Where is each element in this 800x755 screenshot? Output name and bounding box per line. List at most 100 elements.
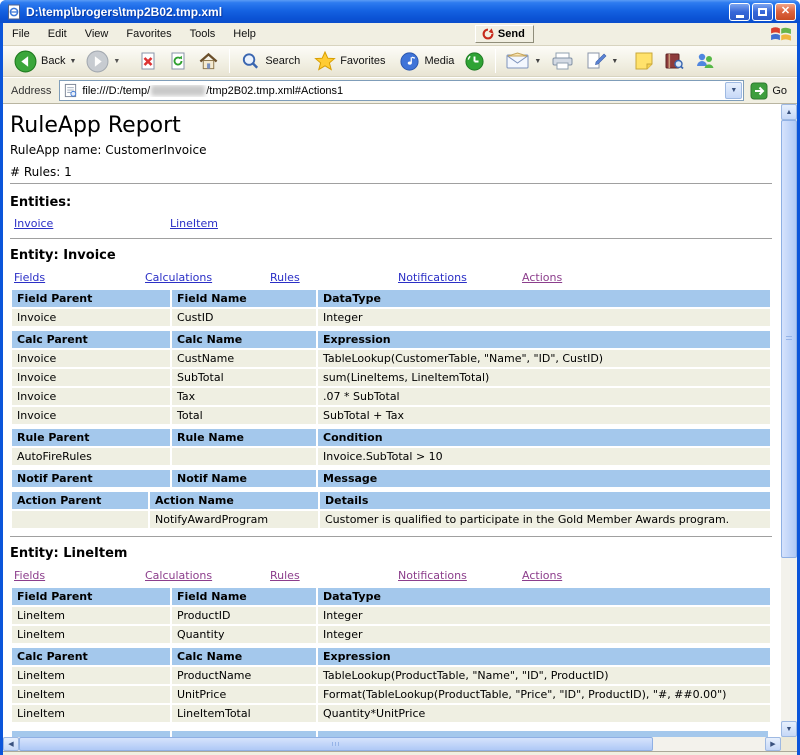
- forward-button[interactable]: ▼: [81, 48, 125, 75]
- section-link-rules[interactable]: Rules: [266, 569, 394, 582]
- back-icon: [14, 50, 37, 73]
- table-cell: AutoFireRules: [12, 448, 170, 465]
- menu-item-view[interactable]: View: [76, 25, 118, 43]
- maximize-button[interactable]: [752, 3, 773, 21]
- column-header: Notif Parent: [12, 470, 170, 487]
- minimize-button[interactable]: [729, 3, 750, 21]
- vertical-scrollbar[interactable]: ▲ ▼: [781, 104, 797, 737]
- address-dropdown-button[interactable]: ▼: [725, 82, 742, 99]
- section-link-calculations[interactable]: Calculations: [141, 569, 266, 582]
- column-header: Rule Name: [172, 429, 316, 446]
- table-cell: Integer: [318, 607, 770, 624]
- horizontal-scroll-track[interactable]: [19, 737, 765, 751]
- send-button[interactable]: Send: [475, 25, 534, 43]
- table-cell: Invoice: [12, 350, 170, 367]
- column-header: Field Parent: [12, 588, 170, 605]
- horizontal-scrollbar[interactable]: ◀ ▶: [3, 737, 781, 751]
- section-link-notifications[interactable]: Notifications: [394, 569, 518, 582]
- scroll-right-button[interactable]: ▶: [765, 737, 781, 751]
- section-link-fields[interactable]: Fields: [10, 271, 141, 284]
- column-header: Calc Parent: [12, 648, 170, 665]
- table-cell: Invoice: [12, 309, 170, 326]
- vertical-scroll-track[interactable]: [781, 120, 797, 721]
- column-header: Calc Name: [172, 331, 316, 348]
- menu-item-file[interactable]: File: [3, 25, 39, 43]
- table-cell: LineItem: [12, 607, 170, 624]
- history-button[interactable]: [459, 49, 490, 74]
- menu-item-favorites[interactable]: Favorites: [117, 25, 180, 43]
- section-link-rules[interactable]: Rules: [266, 271, 394, 284]
- redacted-path-segment: [151, 85, 205, 96]
- history-icon: [464, 51, 485, 72]
- column-header: Message: [318, 470, 770, 487]
- address-input[interactable]: file:///D:/temp//tmp2B02.tmp.xml#Actions…: [59, 80, 744, 101]
- table-row: LineItemProductIDInteger: [12, 607, 770, 624]
- table-row: InvoiceCustIDInteger: [12, 309, 770, 326]
- favorites-button[interactable]: Favorites: [309, 48, 390, 74]
- note-button[interactable]: [629, 49, 659, 73]
- scroll-up-button[interactable]: ▲: [781, 104, 797, 120]
- messenger-button[interactable]: [689, 49, 721, 73]
- entity-link-lineitem[interactable]: LineItem: [166, 217, 218, 230]
- column-header: Rule Parent: [12, 429, 170, 446]
- table-cell: SubTotal: [172, 369, 316, 386]
- toolbar-separator: [495, 49, 496, 73]
- print-button[interactable]: [546, 49, 580, 73]
- mail-button[interactable]: ▼: [501, 50, 546, 72]
- column-header: Action Name: [150, 492, 318, 509]
- media-button[interactable]: Media: [394, 49, 459, 74]
- close-button[interactable]: ✕: [775, 3, 796, 21]
- entity-link-invoice[interactable]: Invoice: [10, 217, 166, 230]
- menu-item-tools[interactable]: Tools: [181, 25, 225, 43]
- section-links: FieldsCalculationsRulesNotificationsActi…: [10, 271, 781, 284]
- table-row: LineItemLineItemTotalQuantity*UnitPrice: [12, 705, 770, 722]
- minimize-icon: [736, 15, 744, 18]
- media-label: Media: [424, 55, 454, 67]
- search-label: Search: [265, 55, 300, 67]
- section-link-actions[interactable]: Actions: [518, 271, 562, 284]
- table-row: InvoiceSubTotalsum(LineItems, LineItemTo…: [12, 369, 770, 386]
- refresh-icon: [168, 51, 188, 71]
- back-dropdown-icon: ▼: [69, 58, 76, 65]
- column-header: Condition: [318, 429, 770, 446]
- close-icon: ✕: [781, 6, 790, 17]
- table-cell: [172, 448, 316, 465]
- column-header: DataType: [318, 290, 770, 307]
- table-row: InvoiceTax.07 * SubTotal: [12, 388, 770, 405]
- entity-section-heading: Entity: Invoice: [10, 248, 781, 264]
- scrollbar-corner: [781, 737, 797, 751]
- section-link-fields[interactable]: Fields: [10, 569, 141, 582]
- table-row: LineItemProductNameTableLookup(ProductTa…: [12, 667, 770, 684]
- back-button[interactable]: Back ▼: [9, 48, 81, 75]
- go-button[interactable]: Go: [744, 82, 793, 100]
- menu-item-help[interactable]: Help: [224, 25, 265, 43]
- table-cell: Quantity: [172, 626, 316, 643]
- menu-item-edit[interactable]: Edit: [39, 25, 76, 43]
- section-link-calculations[interactable]: Calculations: [141, 271, 266, 284]
- table-cell: UnitPrice: [172, 686, 316, 703]
- edit-button[interactable]: ▼: [580, 49, 623, 73]
- section-link-actions[interactable]: Actions: [518, 569, 562, 582]
- refresh-button[interactable]: [163, 49, 193, 73]
- address-value: file:///D:/temp//tmp2B02.tmp.xml#Actions…: [82, 85, 721, 97]
- column-header: Calc Name: [172, 648, 316, 665]
- table-cell: Invoice.SubTotal > 10: [318, 448, 770, 465]
- ie-document-icon: [6, 4, 22, 20]
- research-button[interactable]: [659, 49, 689, 73]
- divider: [10, 238, 772, 240]
- note-icon: [634, 51, 654, 71]
- home-button[interactable]: [193, 49, 224, 74]
- stop-button[interactable]: [133, 49, 163, 73]
- column-header: Expression: [318, 648, 770, 665]
- scroll-down-button[interactable]: ▼: [781, 721, 797, 737]
- scroll-left-button[interactable]: ◀: [3, 737, 19, 751]
- column-header: Field Parent: [12, 290, 170, 307]
- search-button[interactable]: Search: [235, 49, 305, 74]
- table-cell: LineItem: [12, 667, 170, 684]
- vertical-scroll-thumb[interactable]: [781, 120, 797, 558]
- report-table: Calc ParentCalc NameExpression LineItemPr…: [10, 646, 772, 724]
- horizontal-scroll-thumb[interactable]: [19, 737, 653, 751]
- section-link-notifications[interactable]: Notifications: [394, 271, 518, 284]
- table-cell: [12, 511, 148, 528]
- table-cell: ProductName: [172, 667, 316, 684]
